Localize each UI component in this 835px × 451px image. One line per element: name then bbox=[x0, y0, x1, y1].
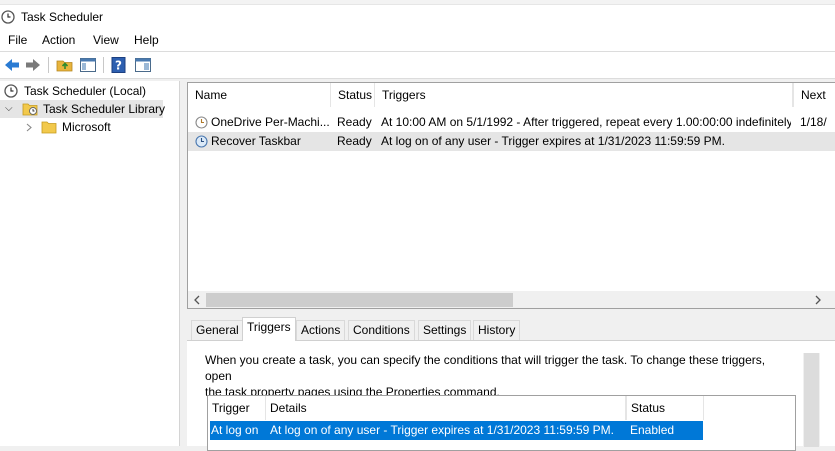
horizontal-scrollbar-thumb[interactable] bbox=[206, 293, 513, 307]
vertical-scrollbar-thumb[interactable] bbox=[804, 353, 819, 447]
column-header-name[interactable]: Name bbox=[188, 83, 331, 107]
chevron-down-icon[interactable]: ⌵ bbox=[5, 100, 13, 118]
column-header-triggers[interactable]: Triggers bbox=[375, 83, 793, 107]
detail-pane: General Triggers Actions Conditions Sett… bbox=[187, 316, 835, 451]
svg-text:?: ? bbox=[115, 59, 122, 73]
folder-icon bbox=[41, 121, 57, 134]
task-clock-icon bbox=[195, 135, 208, 148]
menu-file[interactable]: File bbox=[8, 33, 27, 47]
tree-item-label: Task Scheduler Library bbox=[43, 102, 166, 116]
clock-icon bbox=[4, 84, 18, 98]
table-row-selected[interactable]: Recover Taskbar Ready At log on of any u… bbox=[188, 132, 835, 151]
task-name: Recover Taskbar bbox=[211, 134, 301, 148]
menu-bar: File Action View Help bbox=[0, 30, 835, 51]
menu-help[interactable]: Help bbox=[134, 33, 159, 47]
trigger-details: At log on of any user - Trigger expires … bbox=[270, 423, 614, 437]
trigger-status: Enabled bbox=[630, 423, 675, 437]
task-triggers: At log on of any user - Trigger expires … bbox=[381, 134, 725, 148]
column-header-next-run[interactable]: Next bbox=[793, 83, 835, 107]
tab-conditions[interactable]: Conditions bbox=[348, 320, 415, 340]
help-icon[interactable]: ? bbox=[110, 56, 128, 74]
column-header-status[interactable]: Status bbox=[626, 396, 704, 420]
task-list: Name Status Triggers Next OneDrive Per-M… bbox=[187, 82, 835, 309]
toolbar-separator bbox=[103, 57, 104, 73]
description-line: When you create a task, you can specify … bbox=[205, 353, 766, 383]
scroll-right-icon[interactable] bbox=[814, 295, 822, 305]
tree-item-label: Task Scheduler (Local) bbox=[24, 84, 147, 98]
pane-splitter[interactable] bbox=[180, 81, 186, 446]
menu-action[interactable]: Action bbox=[42, 33, 75, 47]
title-bar-top-strip bbox=[0, 0, 835, 5]
tab-general[interactable]: General bbox=[191, 320, 244, 340]
tree-item-label: Microsoft bbox=[62, 120, 111, 134]
forward-arrow-icon[interactable] bbox=[24, 56, 42, 74]
show-action-pane-icon[interactable] bbox=[134, 56, 152, 74]
tab-actions[interactable]: Actions bbox=[296, 320, 346, 340]
task-status: Ready bbox=[337, 115, 372, 129]
toolbar-separator bbox=[48, 57, 49, 73]
clock-icon bbox=[1, 10, 15, 24]
tab-history[interactable]: History bbox=[473, 320, 521, 340]
task-clock-icon bbox=[195, 116, 208, 129]
menu-view[interactable]: View bbox=[93, 33, 119, 47]
task-triggers: At 10:00 AM on 5/1/1992 - After triggere… bbox=[381, 115, 791, 129]
folder-clock-icon bbox=[22, 103, 38, 116]
table-row[interactable]: OneDrive Per-Machi... Ready At 10:00 AM … bbox=[188, 113, 835, 132]
tab-triggers[interactable]: Triggers bbox=[242, 317, 296, 341]
trigger-type: At log on bbox=[211, 423, 259, 437]
window-title: Task Scheduler bbox=[21, 10, 104, 24]
tab-settings[interactable]: Settings bbox=[418, 320, 472, 340]
back-arrow-icon[interactable] bbox=[3, 56, 21, 74]
triggers-description: When you create a task, you can specify … bbox=[205, 352, 795, 400]
triggers-tab-content: When you create a task, you can specify … bbox=[187, 340, 835, 451]
column-header-trigger[interactable]: Trigger bbox=[208, 396, 266, 420]
trigger-row-selected[interactable]: At log on At log on of any user - Trigge… bbox=[210, 421, 703, 440]
column-header-status[interactable]: Status bbox=[331, 83, 375, 107]
task-status: Ready bbox=[337, 134, 372, 148]
horizontal-scrollbar[interactable] bbox=[188, 291, 835, 308]
tree-item-task-scheduler-library[interactable]: ⌵ Task Scheduler Library bbox=[0, 100, 166, 118]
navigation-tree: Task Scheduler (Local) ⌵ Task Scheduler … bbox=[0, 81, 180, 446]
triggers-table: Trigger Details Status At log on At log … bbox=[207, 395, 796, 451]
chevron-right-icon[interactable] bbox=[25, 123, 33, 132]
toolbar: ? bbox=[0, 51, 835, 79]
vertical-scrollbar[interactable] bbox=[803, 353, 820, 447]
folder-up-icon[interactable] bbox=[56, 56, 74, 74]
column-header-details[interactable]: Details bbox=[266, 396, 626, 420]
scroll-left-icon[interactable] bbox=[193, 295, 201, 305]
task-name: OneDrive Per-Machi... bbox=[211, 115, 329, 129]
title-bar: Task Scheduler bbox=[0, 0, 835, 30]
task-next-run: 1/18/ bbox=[800, 115, 827, 129]
show-hide-tree-icon[interactable] bbox=[79, 56, 97, 74]
